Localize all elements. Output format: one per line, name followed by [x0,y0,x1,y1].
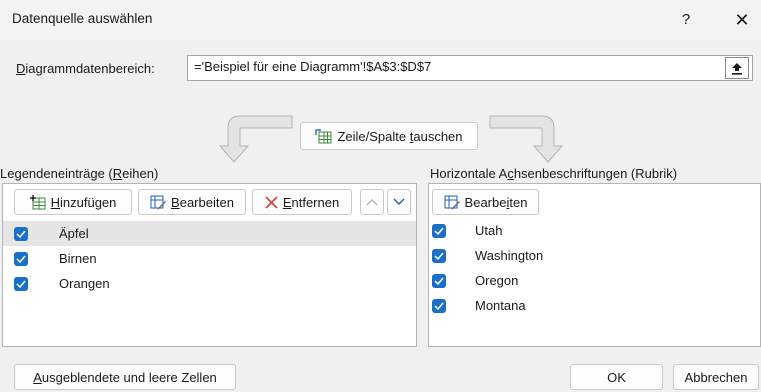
legend-entries-label: Legendeneinträge (Reihen) [0,166,159,181]
edit-series-label: Bearbeiten [171,194,234,210]
edit-series-button[interactable]: Bearbeiten [138,189,246,215]
switch-row-column-icon [315,128,332,143]
category-item-utah[interactable]: Utah [429,218,760,243]
series-item-label: Äpfel [59,226,89,241]
category-item-label: Washington [475,248,544,263]
remove-series-label: Entfernen [282,194,340,210]
series-item-orangen[interactable]: Orangen [3,271,416,296]
axis-labels-label: Horizontale Achsenbeschriftungen (Rubrik… [430,166,678,181]
switch-row-column-label: Zeile/Spalte tauschen [337,128,463,144]
dialog-title: Datenquelle auswählen [12,11,153,26]
switch-row-column-button[interactable]: Zeile/Spalte tauschen [300,122,478,150]
series-item-aepfel[interactable]: Äpfel [3,221,416,246]
data-range-label: Diagrammdatenbereich: [16,61,155,76]
checkbox-checked-icon[interactable] [14,276,28,291]
arrow-left-down-icon [218,115,293,163]
series-item-label: Birnen [59,251,97,266]
checkbox-checked-icon[interactable] [14,251,28,266]
category-item-label: Oregon [475,273,519,288]
category-item-washington[interactable]: Washington [429,243,760,268]
axis-labels-panel: Bearbeiten Utah Washington Oregon Montan… [428,183,761,347]
category-item-label: Montana [475,298,526,313]
ok-button[interactable]: OK [570,364,663,390]
edit-table-icon [444,195,460,209]
edit-axis-labels-label: Bearbeiten [464,194,528,210]
chevron-down-icon [393,198,405,205]
hidden-empty-cells-label: Ausgeblendete und leere Zellen [33,369,217,385]
move-up-button[interactable] [360,189,384,215]
chevron-up-icon [366,199,378,206]
remove-series-button[interactable]: Entfernen [252,189,352,215]
checkbox-checked-icon[interactable] [432,298,446,313]
edit-axis-labels-button[interactable]: Bearbeiten [432,189,539,215]
close-icon: ✕ [734,10,750,30]
edit-table-icon [150,195,167,209]
legend-entries-panel: Hinzufügen Bearbeiten Entfernen Äpfel Bi… [2,183,417,347]
add-series-button[interactable]: Hinzufügen [14,189,132,215]
checkbox-checked-icon[interactable] [432,273,446,288]
series-item-label: Orangen [59,276,110,291]
add-table-icon [29,194,46,209]
cancel-button[interactable]: Abbrechen [673,364,759,390]
move-down-button[interactable] [387,189,411,215]
data-range-input[interactable]: ='Beispiel für eine Diagramm'!$A$3:$D$7 [187,55,753,81]
checkbox-checked-icon[interactable] [432,223,446,238]
collapse-range-button[interactable] [725,57,749,79]
collapse-dialog-icon [732,62,742,75]
series-item-birnen[interactable]: Birnen [3,246,416,271]
remove-x-icon [265,195,278,209]
checkbox-checked-icon[interactable] [432,248,446,263]
category-item-oregon[interactable]: Oregon [429,268,760,293]
category-item-label: Utah [475,223,503,238]
hidden-empty-cells-button[interactable]: Ausgeblendete und leere Zellen [14,364,236,390]
close-button[interactable]: ✕ [728,7,756,33]
help-button[interactable]: ? [672,7,700,33]
category-item-montana[interactable]: Montana [429,293,760,318]
add-series-label: Hinzufügen [50,194,117,210]
checkbox-checked-icon[interactable] [14,226,28,241]
arrow-right-down-icon [489,115,564,163]
